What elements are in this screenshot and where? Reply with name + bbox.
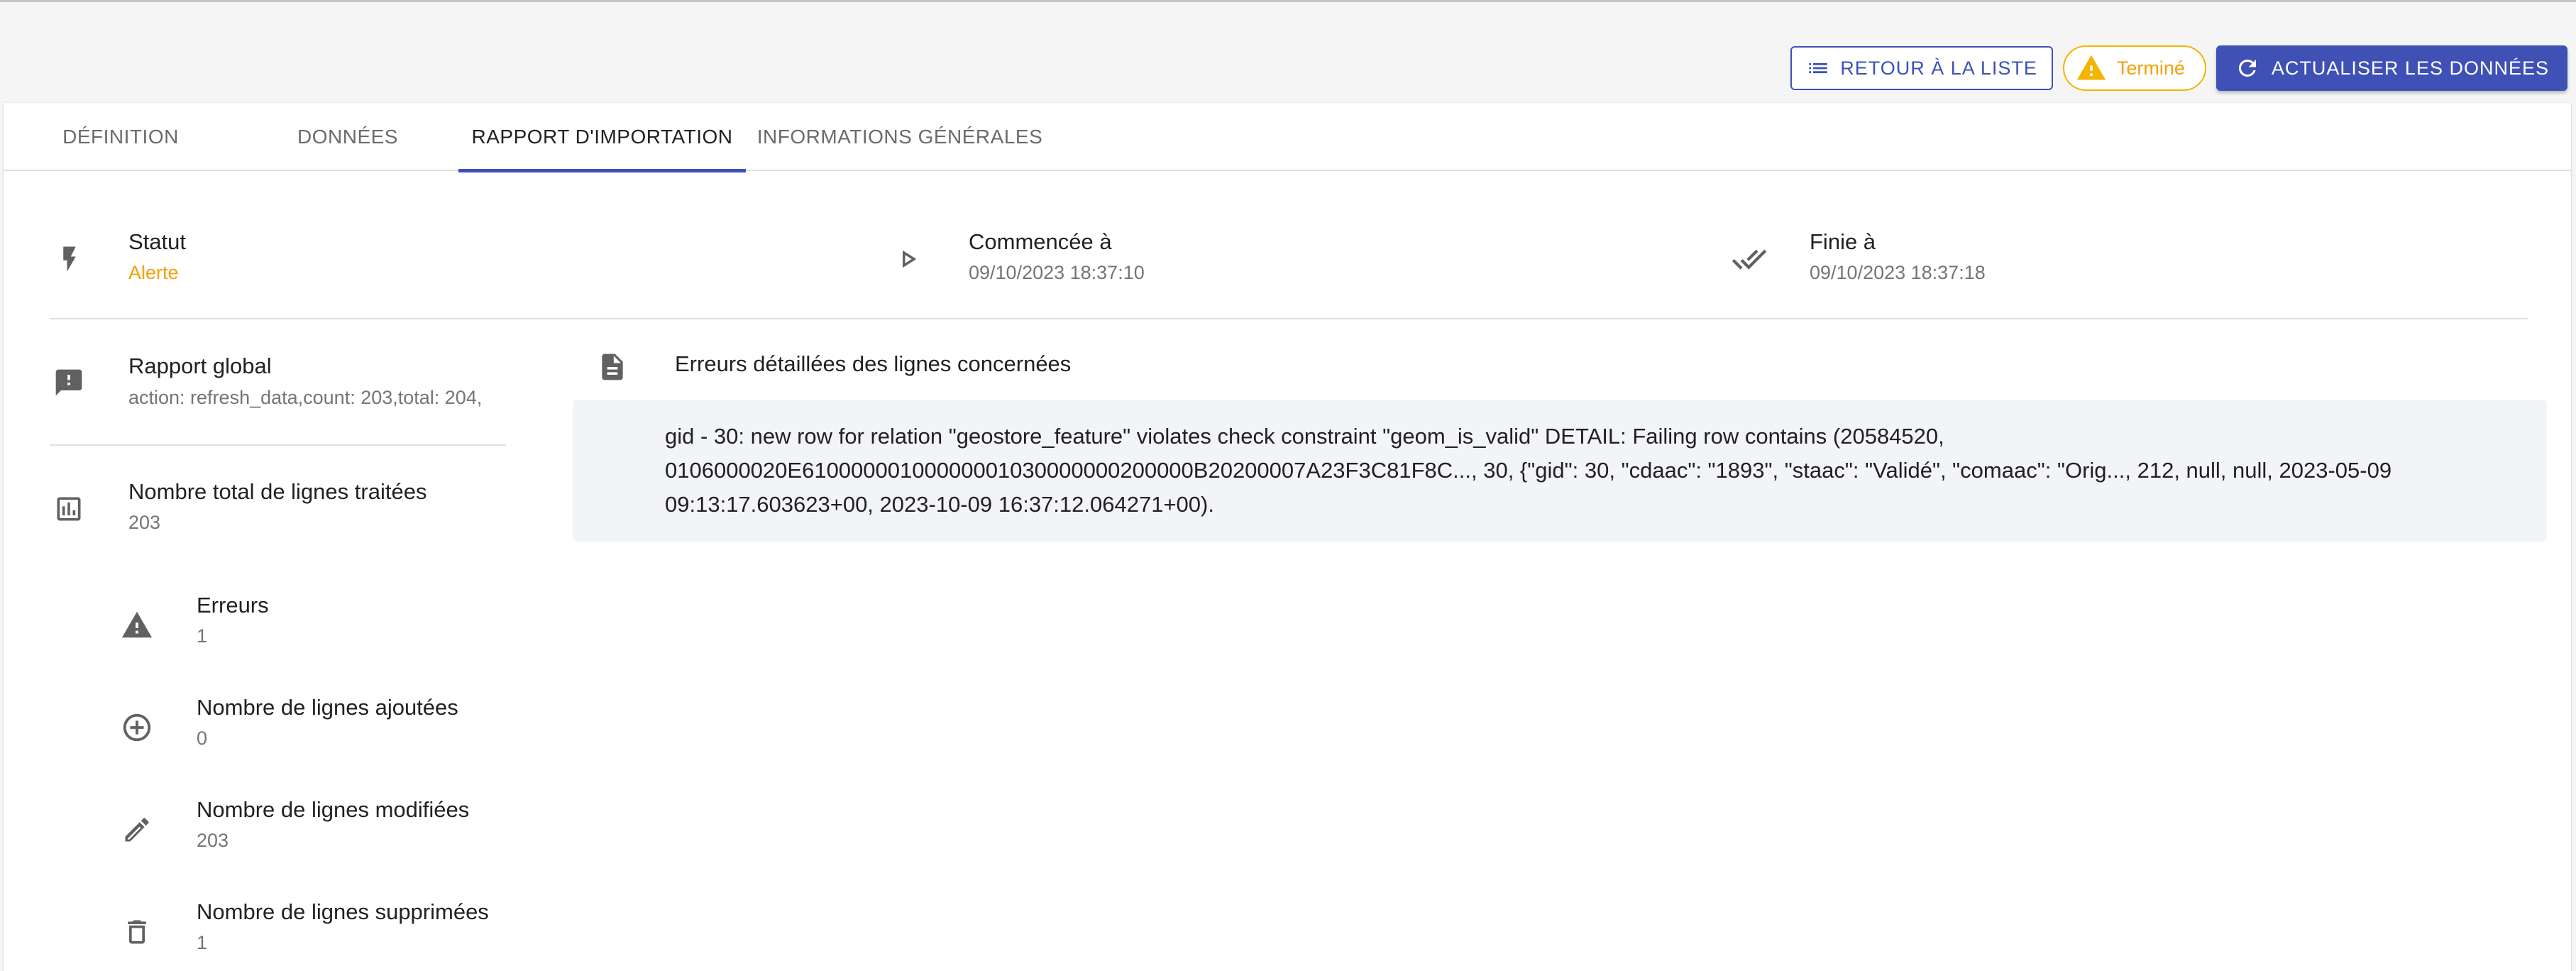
tab-donnees[interactable]: Données <box>245 103 451 171</box>
error-detail-message: gid - 30: new row for relation "geostore… <box>665 424 2392 517</box>
summary-divider <box>50 318 2528 319</box>
refresh-icon <box>2235 55 2260 81</box>
errors-value: 1 <box>197 625 208 647</box>
pencil-icon <box>117 810 157 850</box>
back-to-list-button[interactable]: Retour à la liste <box>1790 46 2053 90</box>
header-actions: Retour à la liste Terminé Actualiser les… <box>1790 45 2567 91</box>
global-report-value: action: refresh_data,count: 203,total: 2… <box>128 387 483 408</box>
report-divider <box>50 444 506 446</box>
total-lines-value: 203 <box>128 512 161 533</box>
status-label: Statut <box>128 229 186 254</box>
finished-label: Finie à <box>1810 229 1876 254</box>
document-icon <box>593 347 632 387</box>
total-lines-label: Nombre total de lignes traitées <box>128 479 427 504</box>
refresh-data-label: Actualiser les données <box>2271 57 2549 79</box>
tab-informations-generales[interactable]: Informations générales <box>754 103 1045 171</box>
finished-value: 09/10/2023 18:37:18 <box>1810 262 1986 283</box>
tab-definition[interactable]: Définition <box>18 103 224 171</box>
add-circle-icon <box>117 708 157 747</box>
warning-icon <box>117 605 157 645</box>
added-lines-label: Nombre de lignes ajoutées <box>197 695 458 720</box>
deleted-lines-value: 1 <box>197 932 208 953</box>
errors-panel-title: Erreurs détaillées des lignes concernées <box>675 351 1072 376</box>
list-icon <box>1806 56 1830 80</box>
bar-chart-icon <box>49 489 89 529</box>
top-border <box>0 0 2576 2</box>
trash-icon <box>117 912 157 952</box>
error-detail-box: gid - 30: new row for relation "geostore… <box>573 400 2547 542</box>
tab-bar: Définition Données Rapport d'importation… <box>4 103 2571 172</box>
status-chip: Terminé <box>2062 45 2206 91</box>
status-value: Alerte <box>128 262 179 283</box>
play-icon <box>888 239 928 279</box>
tab-rapport-importation[interactable]: Rapport d'importation <box>458 103 746 172</box>
done-all-icon <box>1728 239 1771 279</box>
errors-label: Erreurs <box>197 593 269 618</box>
warning-icon <box>2076 53 2107 84</box>
back-to-list-label: Retour à la liste <box>1840 57 2037 79</box>
added-lines-value: 0 <box>197 728 208 749</box>
deleted-lines-label: Nombre de lignes supprimées <box>197 899 489 924</box>
modified-lines-label: Nombre de lignes modifiées <box>197 797 470 822</box>
global-report-label: Rapport global <box>128 353 272 378</box>
feedback-icon <box>49 363 89 402</box>
modified-lines-value: 203 <box>197 830 229 851</box>
status-chip-label: Terminé <box>2116 57 2185 79</box>
bolt-icon <box>50 239 89 279</box>
started-value: 09/10/2023 18:37:10 <box>969 262 1145 283</box>
refresh-data-button[interactable]: Actualiser les données <box>2216 45 2567 91</box>
report-card: Définition Données Rapport d'importation… <box>4 103 2571 971</box>
started-label: Commencée à <box>969 229 1112 254</box>
